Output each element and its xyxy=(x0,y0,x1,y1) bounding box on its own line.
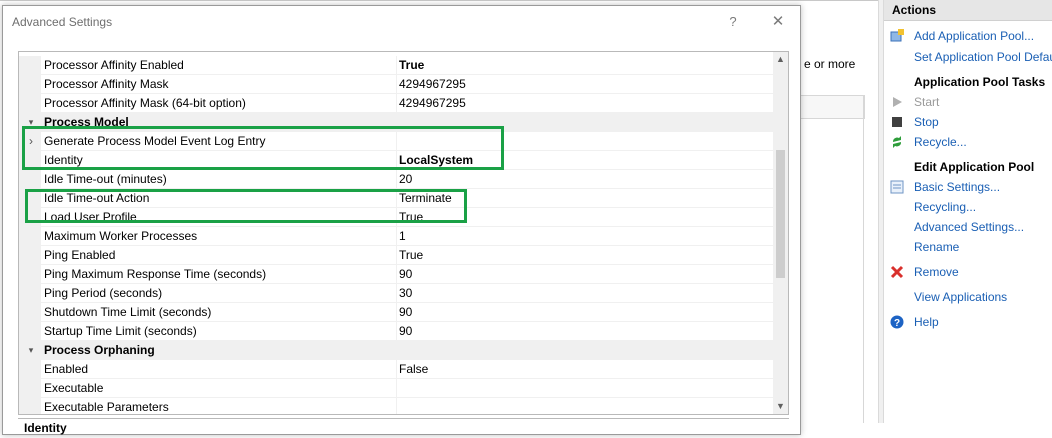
highlight-box-load-user-profile xyxy=(25,189,467,223)
property-name: Startup Time Limit (seconds) xyxy=(41,322,397,341)
close-button[interactable]: ✕ xyxy=(767,12,789,32)
row-gutter xyxy=(19,56,41,75)
property-value[interactable]: 30 xyxy=(397,284,773,303)
row-gutter xyxy=(19,360,41,379)
dialog-title: Advanced Settings xyxy=(12,15,113,29)
row-gutter xyxy=(19,379,41,398)
actions-pane: Actions Add Application Pool... Set Appli… xyxy=(884,0,1052,423)
property-row[interactable]: Enabled False xyxy=(19,360,773,379)
action-label: Advanced Settings... xyxy=(914,220,1025,234)
property-row[interactable]: Startup Time Limit (seconds) 90 xyxy=(19,322,773,341)
description-title: Identity xyxy=(18,418,789,438)
category-row[interactable]: ▾ Process Orphaning xyxy=(19,341,773,360)
property-value[interactable]: 20 xyxy=(397,170,773,189)
property-value[interactable]: 90 xyxy=(397,265,773,284)
help-button[interactable]: ? xyxy=(723,12,743,32)
property-value[interactable]: 1 xyxy=(397,227,773,246)
action-label: View Applications xyxy=(914,290,1008,304)
row-gutter xyxy=(19,246,41,265)
property-grid: Processor Affinity Enabled True Processor … xyxy=(18,51,789,415)
property-row[interactable]: Processor Affinity Mask (64-bit option) 4… xyxy=(19,94,773,113)
property-value[interactable]: 4294967295 xyxy=(397,94,773,113)
property-value xyxy=(397,341,773,360)
row-gutter xyxy=(19,170,41,189)
action-label: Remove xyxy=(914,265,959,279)
add-pool-icon xyxy=(890,29,904,43)
property-value[interactable]: 90 xyxy=(397,322,773,341)
action-label: Edit Application Pool xyxy=(914,160,1035,174)
property-name: Processor Affinity Mask (64-bit option) xyxy=(41,94,397,113)
property-value[interactable]: True xyxy=(397,56,773,75)
property-row[interactable]: Ping Period (seconds) 30 xyxy=(19,284,773,303)
property-row[interactable]: Processor Affinity Enabled True xyxy=(19,56,773,75)
action-label: Start xyxy=(914,95,940,109)
settings-icon xyxy=(890,180,904,194)
property-name: Ping Period (seconds) xyxy=(41,284,397,303)
row-gutter xyxy=(19,265,41,284)
property-row[interactable]: Ping Enabled True xyxy=(19,246,773,265)
recycle-icon xyxy=(890,135,904,149)
property-row[interactable]: Idle Time-out (minutes) 20 xyxy=(19,170,773,189)
property-name: Processor Affinity Mask xyxy=(41,75,397,94)
property-name: Ping Enabled xyxy=(41,246,397,265)
property-row[interactable]: Processor Affinity Mask 4294967295 xyxy=(19,75,773,94)
stop-icon xyxy=(890,115,904,129)
scroll-up-arrow-icon[interactable]: ▲ xyxy=(773,52,788,67)
property-name: Ping Maximum Response Time (seconds) xyxy=(41,265,397,284)
dialog-titlebar[interactable]: Advanced Settings ? ✕ xyxy=(3,6,800,38)
action-label: Set Application Pool Defaults... xyxy=(914,50,1052,64)
scroll-thumb[interactable] xyxy=(776,150,785,278)
action-label: Rename xyxy=(914,240,960,254)
top-border xyxy=(0,0,878,1)
property-value[interactable] xyxy=(397,379,773,398)
highlight-box-identity xyxy=(22,126,504,170)
action-label: Recycle... xyxy=(914,135,967,149)
property-row[interactable]: Executable Parameters xyxy=(19,398,773,414)
property-value[interactable]: False xyxy=(397,360,773,379)
row-gutter xyxy=(19,398,41,414)
row-gutter xyxy=(19,303,41,322)
action-label: Basic Settings... xyxy=(914,180,1001,194)
row-gutter xyxy=(19,75,41,94)
collapse-chevron-icon[interactable]: ▾ xyxy=(25,341,37,360)
property-row[interactable]: Shutdown Time Limit (seconds) 90 xyxy=(19,303,773,322)
scroll-down-arrow-icon[interactable]: ▼ xyxy=(773,399,788,414)
row-gutter xyxy=(19,322,41,341)
help-icon: ? xyxy=(890,315,904,329)
action-label: Add Application Pool... xyxy=(914,29,1035,43)
property-name: Enabled xyxy=(41,360,397,379)
vertical-scrollbar[interactable]: ▲ ▼ xyxy=(773,52,788,414)
property-name: Shutdown Time Limit (seconds) xyxy=(41,303,397,322)
row-gutter: ▾ xyxy=(19,341,41,360)
remove-icon xyxy=(890,265,904,279)
property-value[interactable] xyxy=(397,398,773,414)
list-column-header[interactable] xyxy=(800,95,865,119)
property-name: Executable Parameters xyxy=(41,398,397,414)
action-label: Application Pool Tasks xyxy=(914,75,1046,89)
property-value[interactable]: True xyxy=(397,246,773,265)
property-row[interactable]: Maximum Worker Processes 1 xyxy=(19,227,773,246)
property-name: Executable xyxy=(41,379,397,398)
panel-divider xyxy=(863,95,864,423)
property-value[interactable]: 4294967295 xyxy=(397,75,773,94)
property-value[interactable]: 90 xyxy=(397,303,773,322)
action-label: Stop xyxy=(914,115,939,129)
background-description-text: e or more xyxy=(804,57,856,71)
row-gutter xyxy=(19,94,41,113)
property-name: Maximum Worker Processes xyxy=(41,227,397,246)
play-icon xyxy=(890,95,904,109)
row-gutter xyxy=(19,284,41,303)
property-name: Idle Time-out (minutes) xyxy=(41,170,397,189)
property-row[interactable]: Executable xyxy=(19,379,773,398)
svg-text:?: ? xyxy=(894,318,900,329)
action-label: Help xyxy=(914,315,939,329)
category-name: Process Orphaning xyxy=(44,343,155,357)
action-label: Recycling... xyxy=(914,200,977,214)
row-gutter xyxy=(19,227,41,246)
property-name: Processor Affinity Enabled xyxy=(41,56,397,75)
property-row[interactable]: Ping Maximum Response Time (seconds) 90 xyxy=(19,265,773,284)
actions-header: Actions xyxy=(884,0,1052,21)
